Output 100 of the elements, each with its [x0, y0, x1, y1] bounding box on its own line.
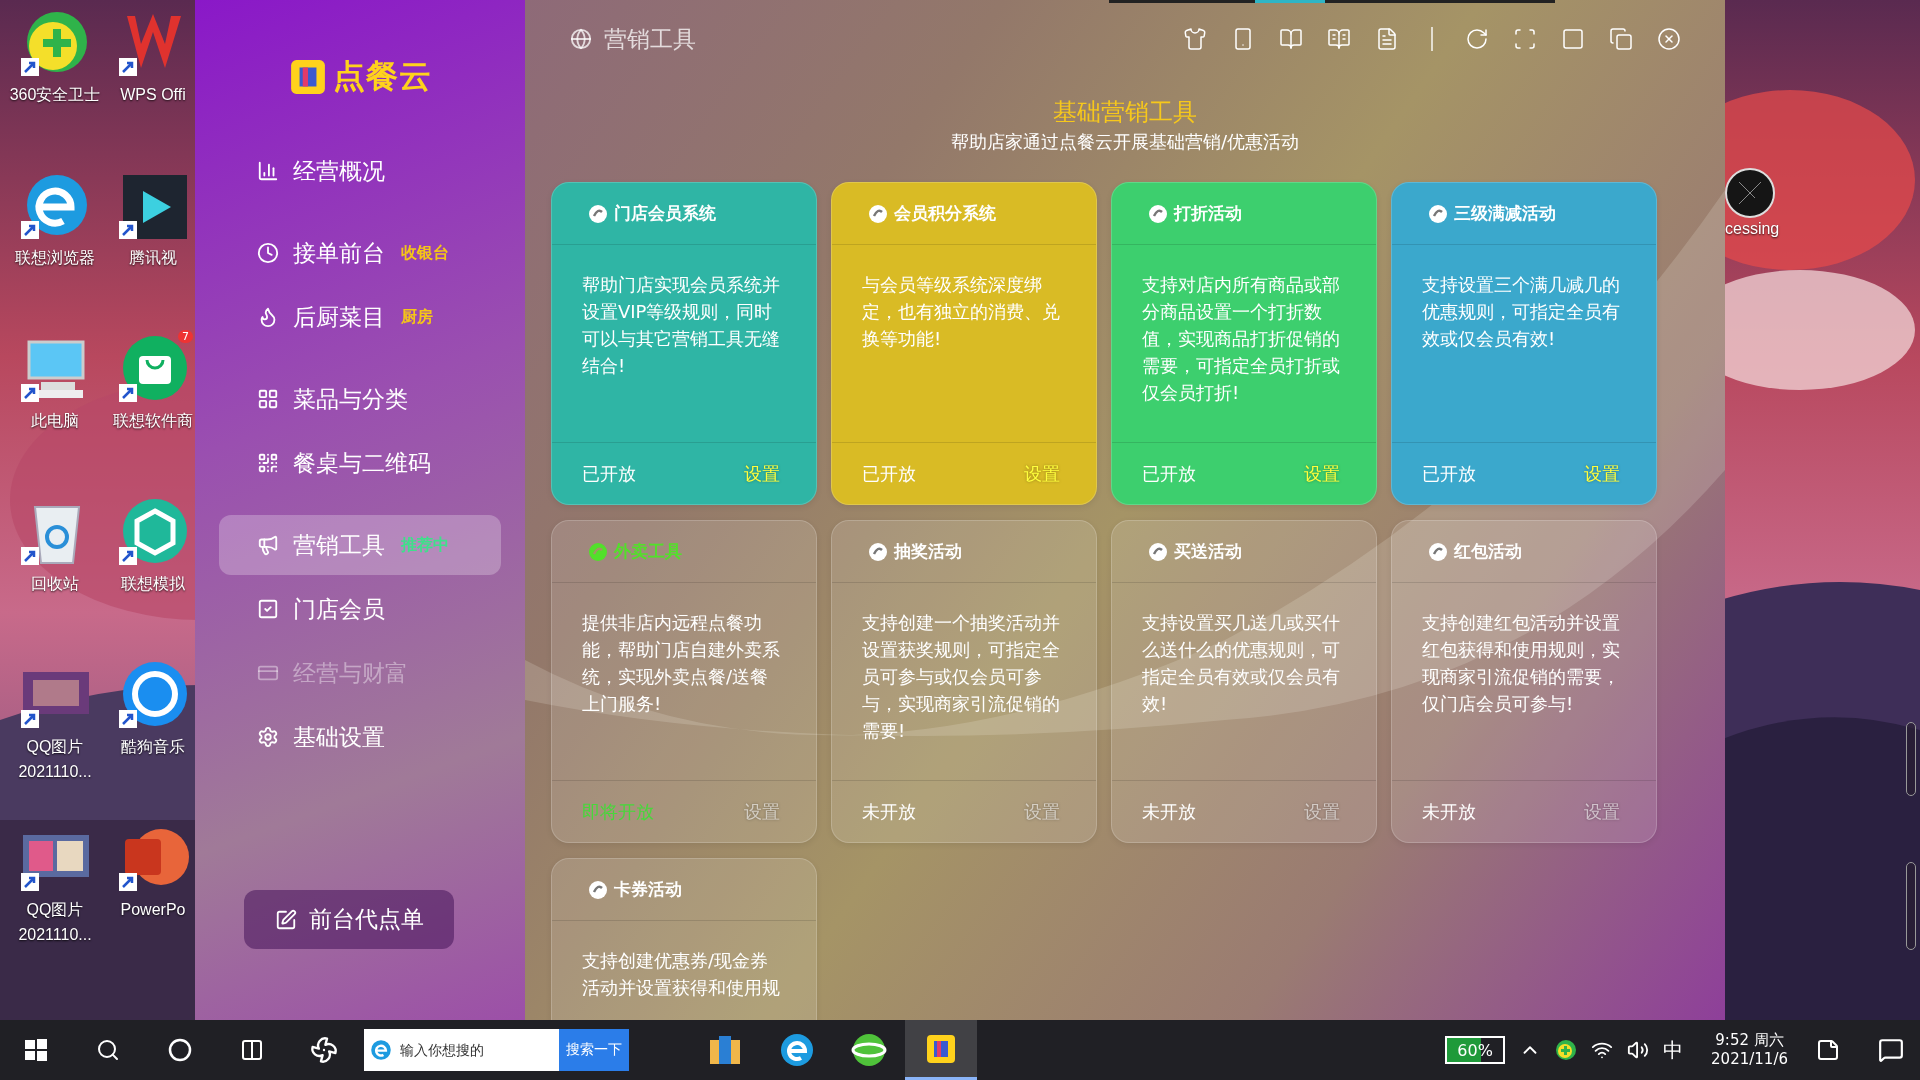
fan-icon[interactable] — [310, 1036, 338, 1064]
card-title: 三级满减活动 — [1454, 202, 1556, 225]
circle-icon — [588, 541, 608, 562]
card-title: 会员积分系统 — [894, 202, 996, 225]
desktop-icon-label: QQ图片 — [26, 900, 84, 920]
close-icon[interactable] — [1657, 27, 1681, 51]
card-description: 提供非店内远程点餐功能，帮助门店自建外卖系统，实现外卖点餐/送餐上门服务! — [582, 612, 780, 714]
battery-indicator: 60% — [1445, 1036, 1506, 1064]
megaphone-icon — [257, 534, 279, 556]
card-title: 红包活动 — [1454, 540, 1522, 563]
notification-icon[interactable] — [1878, 1037, 1904, 1063]
section-subtitle: 帮助店家通过点餐云开展基础营销/优惠活动 — [949, 130, 1301, 154]
desktop-icon-label: 回收站 — [31, 574, 79, 594]
card-status: 已开放 — [582, 461, 636, 486]
sidebar-item[interactable]: 餐桌与二维码 — [219, 433, 501, 493]
globe-icon — [570, 28, 592, 50]
document-icon[interactable] — [1375, 27, 1399, 51]
checkbox-icon — [257, 598, 279, 620]
sidebar-item[interactable]: 基础设置 — [219, 707, 501, 767]
refresh-icon[interactable] — [1465, 27, 1489, 51]
clock-icon — [257, 242, 279, 264]
bar-chart-icon — [257, 160, 279, 182]
sidebar-item-label: 营销工具 — [293, 530, 385, 560]
card-title: 卡券活动 — [614, 878, 682, 901]
sidebar-item-label: 门店会员 — [293, 594, 385, 624]
circle-icon — [868, 541, 888, 562]
card-status: 已开放 — [1142, 461, 1196, 486]
sidebar-item-label: 经营概况 — [293, 156, 385, 186]
card-title: 买送活动 — [1174, 540, 1242, 563]
windows-icon[interactable] — [24, 1038, 48, 1062]
sidebar-item[interactable]: 经营概况 — [219, 141, 501, 201]
sidebar-item-label: 菜品与分类 — [293, 384, 408, 414]
section-title: 基础营销工具 — [1052, 97, 1198, 128]
circle-icon — [1428, 541, 1448, 562]
notes-icon[interactable] — [1816, 1038, 1840, 1062]
desktop-icon-label: 联想模拟 — [121, 574, 185, 594]
desktop-icon-label: 2021110... — [18, 925, 92, 945]
app-logo-text: 点餐云 — [332, 56, 432, 97]
page-title: 营销工具 — [604, 24, 697, 54]
card-title: 抽奖活动 — [894, 540, 962, 563]
desktop-icon-label: 此电脑 — [31, 411, 79, 431]
settings-link[interactable]: 设置 — [744, 461, 780, 486]
edit-icon — [274, 908, 297, 931]
minimize-icon[interactable] — [1561, 27, 1585, 51]
sidebar-item-label: 餐桌与二维码 — [293, 448, 431, 478]
restore-icon[interactable] — [1609, 27, 1633, 51]
circle-icon — [1428, 203, 1448, 224]
sidebar-item-label: 接单前台 — [293, 238, 385, 268]
sidebar-item[interactable]: 门店会员 — [219, 579, 501, 639]
card-title: 外卖工具 — [614, 540, 682, 563]
order-button[interactable]: 前台代点单 — [244, 890, 454, 949]
search-icon[interactable] — [96, 1038, 120, 1062]
sidebar-item[interactable]: 接单前台 收银台 — [219, 223, 501, 283]
circle-icon — [588, 203, 608, 224]
app-logo-icon — [288, 58, 327, 96]
sidebar-badge-label: 厨房 — [401, 306, 433, 328]
desktop-icon-label: 2021110... — [18, 762, 92, 782]
card-status: 未开放 — [1422, 799, 1476, 824]
desktop-icon-label: cessing — [1725, 219, 1780, 239]
search-button[interactable]: 搜索一下 — [559, 1029, 629, 1071]
swirl-icon[interactable] — [779, 1032, 815, 1068]
settings-link[interactable]: 设置 — [1584, 799, 1620, 824]
open-book-icon[interactable] — [1327, 27, 1351, 51]
task-view-icon[interactable] — [240, 1038, 264, 1062]
desktop-icon-label: QQ图片 — [26, 737, 84, 757]
desktop-icon-label: 360安全卫士 — [9, 85, 101, 105]
qr-code-icon — [257, 452, 279, 474]
plus-circle-icon[interactable] — [1555, 1039, 1578, 1061]
circle-icon — [868, 203, 888, 224]
input-method-indicator[interactable]: 中 — [1663, 1036, 1684, 1064]
sidebar-item-label: 经营与财富 — [293, 658, 408, 688]
settings-icon — [257, 726, 279, 748]
clock[interactable]: 9:52 周六 2021/11/6 — [1711, 1031, 1788, 1069]
card-status: 即将开放 — [582, 799, 654, 824]
book-icon[interactable] — [1279, 27, 1303, 51]
card-status: 已开放 — [1422, 461, 1476, 486]
sidebar-badge-label: 收银台 — [401, 242, 449, 264]
circle-icon[interactable] — [168, 1038, 192, 1062]
card-status: 未开放 — [1142, 799, 1196, 824]
dark-circle-icon[interactable] — [1725, 168, 1775, 218]
card-title: 门店会员系统 — [614, 202, 716, 225]
desktop-icon-label: 酷狗音乐 — [121, 737, 185, 757]
desktop-icon-label: PowerPo — [120, 900, 186, 920]
globe-icon[interactable] — [851, 1032, 887, 1068]
sidebar-item[interactable]: 菜品与分类 — [219, 369, 501, 429]
card-description: 帮助门店实现会员系统并设置VIP等级规则，同时可以与其它营销工具无缝结合! — [582, 274, 780, 376]
card-status: 已开放 — [862, 461, 916, 486]
sidebar-item-label: 基础设置 — [293, 722, 385, 752]
settings-link[interactable]: 设置 — [1584, 461, 1620, 486]
sidebar-item[interactable]: 后厨菜目 厨房 — [219, 287, 501, 347]
sidebar-item[interactable]: 营销工具 推荐中 — [219, 515, 501, 575]
desktop-icon-label: 联想浏览器 — [15, 248, 95, 268]
card-description: 支持设置买几送几或买什么送什么的优惠规则，可指定全员有效或仅会员有效! — [1142, 612, 1340, 714]
card-description: 支持创建红包活动并设置红包获得和使用规则，实现商家引流促销的需要，仅门店会员可参与! — [1422, 612, 1620, 714]
desktop-icon-label: WPS Offi — [120, 85, 186, 105]
speaker-icon[interactable] — [1627, 1039, 1650, 1061]
desktop-icon-label: 腾讯视 — [129, 248, 177, 268]
shirt-icon[interactable] — [1183, 27, 1207, 51]
fullscreen-icon[interactable] — [1513, 27, 1537, 51]
card-description: 支持创建一个抽奖活动并设置获奖规则，可指定全员可参与或仅会员可参与，实现商家引流促销的需要! — [862, 612, 1060, 741]
